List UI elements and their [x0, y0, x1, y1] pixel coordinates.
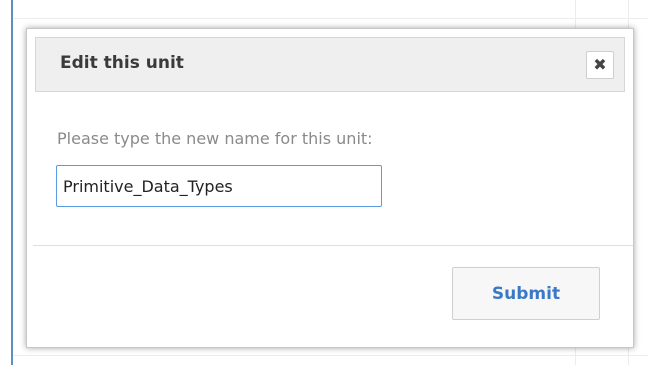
submit-button[interactable]: Submit	[452, 267, 600, 320]
background-gridline	[13, 355, 648, 356]
background-gridline	[13, 18, 648, 19]
divider	[33, 245, 633, 246]
close-button[interactable]: ✖	[586, 51, 614, 79]
close-icon: ✖	[593, 55, 607, 74]
unit-name-input[interactable]	[56, 165, 382, 207]
prompt-label: Please type the new name for this unit:	[57, 129, 373, 148]
dialog-title: Edit this unit	[60, 53, 184, 73]
edit-unit-dialog: Edit this unit ✖ Please type the new nam…	[26, 28, 634, 348]
dialog-header: Edit this unit ✖	[35, 37, 625, 92]
background-border	[11, 0, 13, 365]
